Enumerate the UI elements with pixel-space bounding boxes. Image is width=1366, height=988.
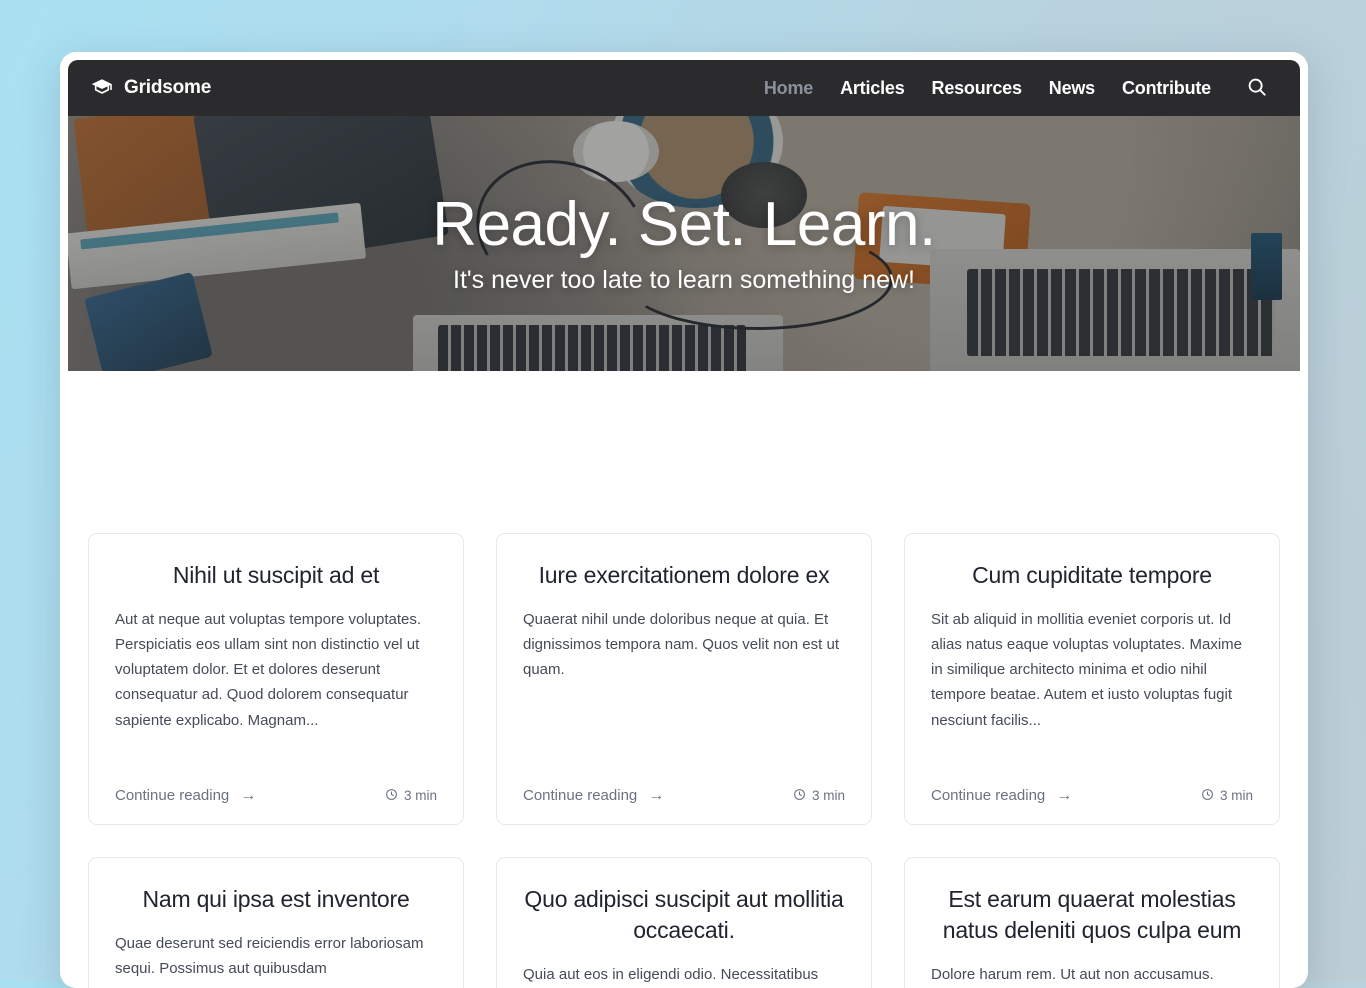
post-title: Nihil ut suscipit ad et	[172, 562, 380, 588]
post-title: Cum cupiditate tempore	[972, 562, 1212, 588]
hero-banner: Ready. Set. Learn. It's never too late t…	[68, 116, 1300, 371]
continue-reading-link[interactable]: Continue reading →	[931, 787, 1072, 804]
nav-link-contribute[interactable]: Contribute	[1122, 78, 1211, 99]
post-card[interactable]: Nam qui ipsa est inventore Quae deserunt…	[88, 857, 464, 988]
post-card-footer: Continue reading → 3 min	[115, 787, 437, 804]
post-title: Est earum quaerat molestias natus deleni…	[942, 886, 1242, 943]
post-excerpt: Quaerat nihil unde doloribus neque at qu…	[523, 610, 839, 679]
brand-name: Gridsome	[124, 77, 212, 98]
continue-reading-label: Continue reading	[931, 787, 1046, 804]
arrow-right-icon: →	[240, 786, 257, 804]
read-time-label: 3 min	[403, 788, 437, 803]
clock-icon	[385, 788, 398, 804]
continue-reading-link[interactable]: Continue reading →	[523, 787, 664, 804]
read-time: 3 min	[793, 788, 845, 804]
post-excerpt: Aut at neque aut voluptas tempore volupt…	[115, 610, 422, 729]
post-card[interactable]: Nihil ut suscipit ad et Aut at neque aut…	[88, 533, 464, 825]
arrow-right-icon: →	[1056, 786, 1073, 804]
post-card[interactable]: Iure exercitationem dolore ex Quaerat ni…	[496, 533, 872, 825]
post-card-footer: Continue reading → 3 min	[523, 787, 845, 804]
page-viewport: Gridsome Home Articles Resources News Co…	[68, 60, 1300, 988]
post-title: Iure exercitationem dolore ex	[538, 562, 830, 588]
browser-frame: Gridsome Home Articles Resources News Co…	[60, 52, 1308, 988]
arrow-right-icon: →	[648, 786, 665, 804]
post-excerpt: Quia aut eos in eligendi odio. Necessita…	[523, 965, 819, 983]
read-time-label: 3 min	[811, 788, 845, 803]
continue-reading-link[interactable]: Continue reading →	[115, 787, 256, 804]
post-grid-section: Nihil ut suscipit ad et Aut at neque aut…	[68, 371, 1300, 988]
post-card-footer: Continue reading → 3 min	[931, 787, 1253, 804]
post-card[interactable]: Cum cupiditate tempore Sit ab aliquid in…	[904, 533, 1280, 825]
post-excerpt: Quae deserunt sed reiciendis error labor…	[115, 934, 424, 977]
search-button[interactable]	[1244, 75, 1270, 101]
post-grid: Nihil ut suscipit ad et Aut at neque aut…	[88, 371, 1280, 988]
brand-link[interactable]: Gridsome	[90, 76, 211, 100]
hero-subtitle: It's never too late to learn something n…	[453, 265, 915, 294]
post-title: Quo adipisci suscipit aut mollitia occae…	[524, 886, 844, 943]
hero-title: Ready. Set. Learn.	[432, 190, 936, 260]
primary-nav: Home Articles Resources News Contribute	[764, 75, 1270, 101]
read-time: 3 min	[385, 788, 437, 804]
post-excerpt: Sit ab aliquid in mollitia eveniet corpo…	[931, 610, 1243, 729]
search-icon	[1246, 76, 1268, 101]
nav-link-news[interactable]: News	[1049, 78, 1095, 99]
read-time: 3 min	[1201, 788, 1253, 804]
site-navbar: Gridsome Home Articles Resources News Co…	[68, 60, 1300, 116]
post-card[interactable]: Est earum quaerat molestias natus deleni…	[904, 857, 1280, 988]
nav-link-resources[interactable]: Resources	[932, 78, 1022, 99]
clock-icon	[1201, 788, 1214, 804]
nav-link-home[interactable]: Home	[764, 78, 813, 99]
post-card[interactable]: Quo adipisci suscipit aut mollitia occae…	[496, 857, 872, 988]
continue-reading-label: Continue reading	[115, 787, 230, 804]
post-title: Nam qui ipsa est inventore	[142, 886, 410, 912]
continue-reading-label: Continue reading	[523, 787, 638, 804]
nav-link-articles[interactable]: Articles	[840, 78, 905, 99]
clock-icon	[793, 788, 806, 804]
graduation-cap-icon	[90, 76, 114, 100]
read-time-label: 3 min	[1219, 788, 1253, 803]
post-excerpt: Dolore harum rem. Ut aut non accusamus.	[931, 965, 1214, 983]
